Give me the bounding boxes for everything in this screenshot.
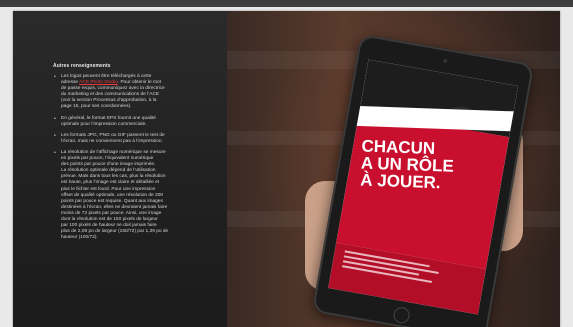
bullet-dot-icon: • [54, 115, 56, 122]
document-page: Autres renseignements • Les logos peuvent… [13, 11, 560, 327]
line-suffix: . Pour obtenir le mot [117, 80, 162, 86]
camera-icon [443, 58, 448, 64]
poster-slogan: CHACUN A UN RÔLE À JOUER. [360, 136, 455, 193]
bullet-item: • Les formats JPG, PNG ou GIF passent le … [53, 133, 205, 145]
home-button-icon [392, 305, 411, 325]
bullet-item: • La résolution de l’affichage numérique … [53, 150, 205, 241]
tablet-photo: SÉCURITÉ SPORT CHACUN A UN RÔLE À JOUER. [227, 11, 560, 327]
bullet-line: page 15, pour ses coordonnées). [61, 104, 132, 110]
section-heading: Autres renseignements [53, 63, 111, 69]
bullet-line: l’écran, mais ne conviennent pas à l’imp… [61, 138, 163, 144]
bullet-dot-icon: • [54, 74, 56, 80]
text-panel: Autres renseignements • Les logos peuvent… [13, 11, 227, 327]
tablet: SÉCURITÉ SPORT CHACUN A UN RÔLE À JOUER. [311, 33, 535, 327]
tablet-screen: SÉCURITÉ SPORT CHACUN A UN RÔLE À JOUER. [328, 59, 519, 315]
line-prefix: adresse [61, 80, 80, 86]
window-top-bar [0, 0, 573, 7]
bullet-item: • En général, le format EPS fournit une q… [53, 116, 205, 128]
bullet-list: • Les logos peuvent être téléchargés à ce… [53, 74, 205, 246]
bullet-item: • Les logos peuvent être téléchargés à ce… [53, 74, 205, 111]
download-link[interactable]: ACE Photo Studio [79, 80, 118, 85]
bullet-line: hauteur (100/72). [61, 235, 98, 241]
bullet-dot-icon: • [54, 132, 56, 139]
bullet-dot-icon: • [54, 149, 56, 156]
bullet-line: optimale pour l’impression commerciale. [61, 121, 147, 127]
